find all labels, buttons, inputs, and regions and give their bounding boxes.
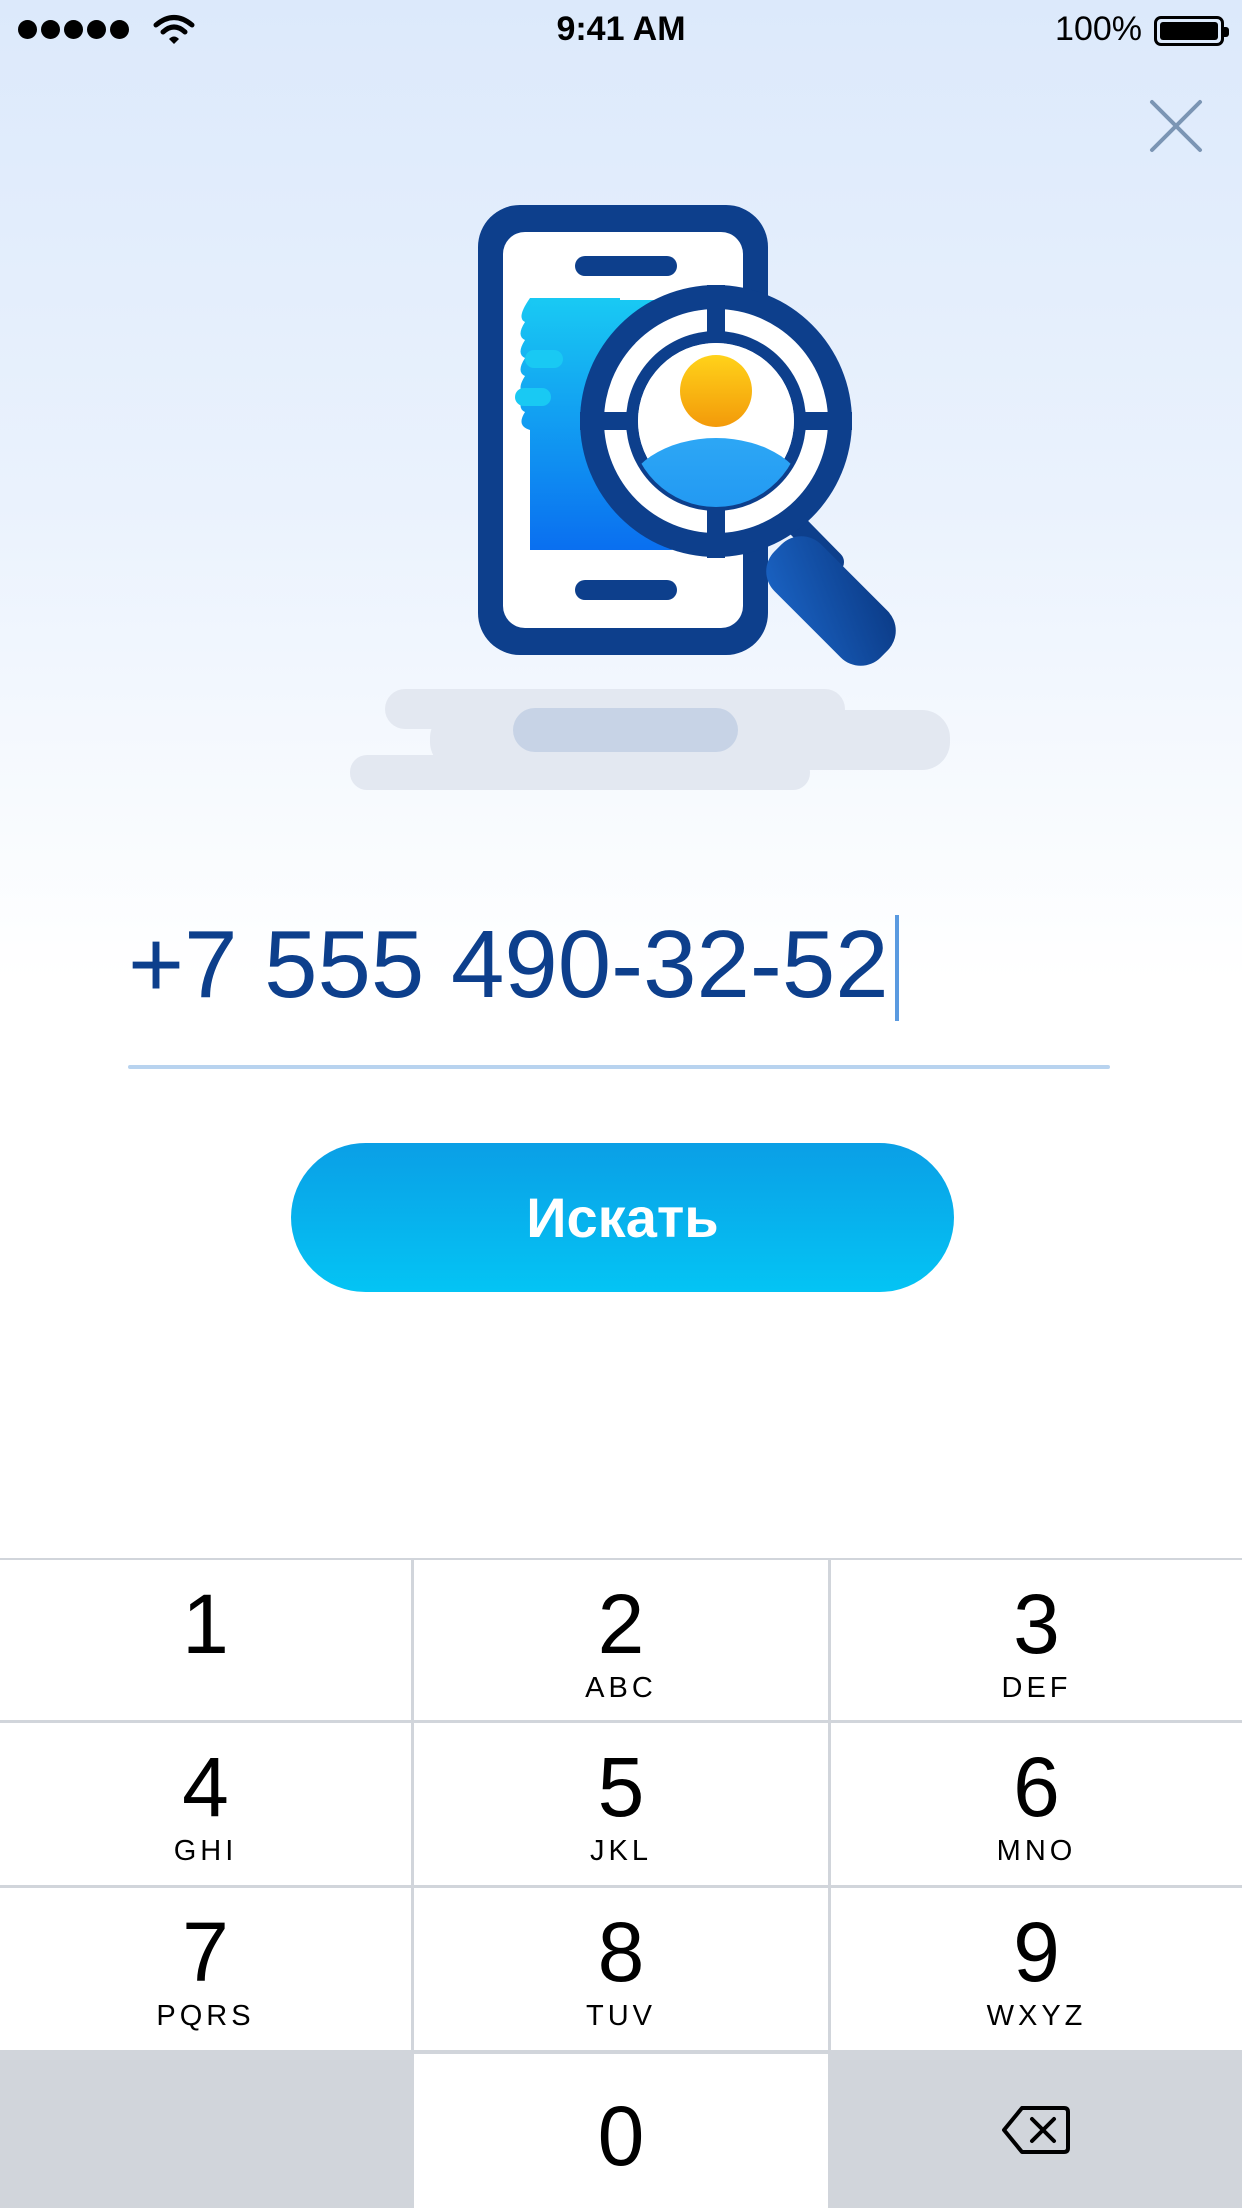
key-letters: JKL — [590, 1835, 652, 1867]
key-digit: 6 — [1013, 1740, 1060, 1834]
phone-search-icon — [350, 205, 950, 790]
key-letters: GHI — [173, 1835, 238, 1867]
key-3[interactable]: 3 DEF — [831, 1560, 1242, 1720]
battery-percent: 100% — [1055, 10, 1142, 48]
key-letters: DEF — [1001, 1672, 1072, 1704]
key-1[interactable]: 1 — [0, 1560, 411, 1720]
key-8[interactable]: 8 TUV — [414, 1888, 828, 2050]
key-digit: 4 — [182, 1740, 229, 1834]
key-digit: 1 — [182, 1577, 229, 1671]
key-4[interactable]: 4 GHI — [0, 1723, 411, 1885]
phone-number-value: +7 555 490-32-52 — [128, 911, 889, 1018]
key-6[interactable]: 6 MNO — [831, 1723, 1242, 1885]
numeric-keypad: 1 2 ABC 3 DEF 4 GHI 5 JKL 6 MNO 7 PQRS 8… — [0, 1558, 1242, 2208]
key-digit: 5 — [597, 1740, 645, 1834]
input-underline — [128, 1065, 1110, 1069]
key-digit: 3 — [1013, 1577, 1060, 1671]
key-digit: 7 — [182, 1905, 229, 1999]
key-digit: 8 — [597, 1905, 645, 1999]
key-2[interactable]: 2 ABC — [414, 1560, 828, 1720]
key-letters: WXYZ — [986, 2000, 1087, 2032]
close-icon[interactable] — [1148, 98, 1204, 154]
key-0[interactable]: 0 — [414, 2054, 828, 2208]
key-9[interactable]: 9 WXYZ — [831, 1888, 1242, 2050]
status-bar: 9:41 AM 100% — [0, 0, 1242, 60]
search-button[interactable]: Искать — [291, 1143, 954, 1292]
key-blank — [0, 2052, 413, 2208]
key-letters: PQRS — [156, 2000, 255, 2032]
backspace-icon — [1001, 2106, 1070, 2154]
key-digit: 0 — [597, 2089, 645, 2183]
key-digit: 2 — [597, 1577, 645, 1671]
key-letters: TUV — [586, 2000, 656, 2032]
key-letters: ABC — [585, 1672, 657, 1704]
key-digit: 9 — [1013, 1905, 1060, 1999]
text-cursor — [894, 914, 899, 1021]
key-5[interactable]: 5 JKL — [414, 1723, 828, 1885]
delete-key[interactable] — [829, 2052, 1242, 2208]
key-letters: MNO — [996, 1835, 1077, 1867]
key-7[interactable]: 7 PQRS — [0, 1888, 411, 2050]
phone-number-field[interactable]: +7 555 490-32-52 — [128, 900, 899, 1030]
battery-icon — [1154, 16, 1229, 46]
